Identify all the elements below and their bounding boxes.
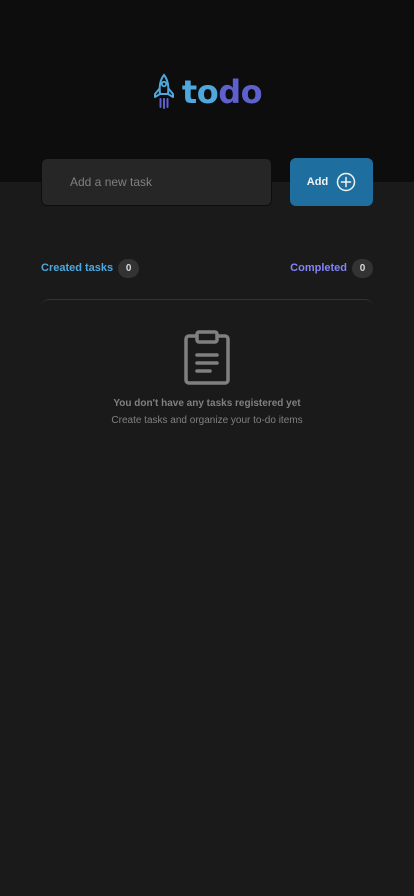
logo-text-do: do [218, 73, 263, 111]
new-task-form: Add [41, 158, 373, 206]
created-tasks-label: Created tasks [41, 262, 114, 274]
app-header: todo [0, 0, 414, 182]
completed-tasks-count: 0 [352, 258, 373, 278]
completed-tasks-counter: Completed 0 [290, 258, 373, 278]
plus-circle-icon [336, 172, 356, 192]
rocket-icon [153, 73, 174, 109]
clipboard-icon [184, 330, 230, 385]
logo-text-to: to [181, 73, 219, 111]
created-tasks-counter: Created tasks 0 [41, 258, 140, 278]
add-button-label: Add [306, 176, 329, 188]
app-logo: todo [0, 72, 414, 112]
created-tasks-count: 0 [118, 258, 140, 278]
empty-state-title: You don't have any tasks registered yet [113, 398, 301, 409]
empty-state-subtitle: Create tasks and organize your to-do ite… [111, 415, 303, 426]
empty-task-list: You don't have any tasks registered yet … [41, 299, 373, 449]
task-counters: Created tasks 0 Completed 0 [41, 258, 373, 278]
add-task-button[interactable]: Add [290, 158, 373, 206]
completed-tasks-label: Completed [290, 262, 347, 274]
logo-text: todo [181, 72, 263, 112]
new-task-input[interactable] [41, 158, 272, 206]
